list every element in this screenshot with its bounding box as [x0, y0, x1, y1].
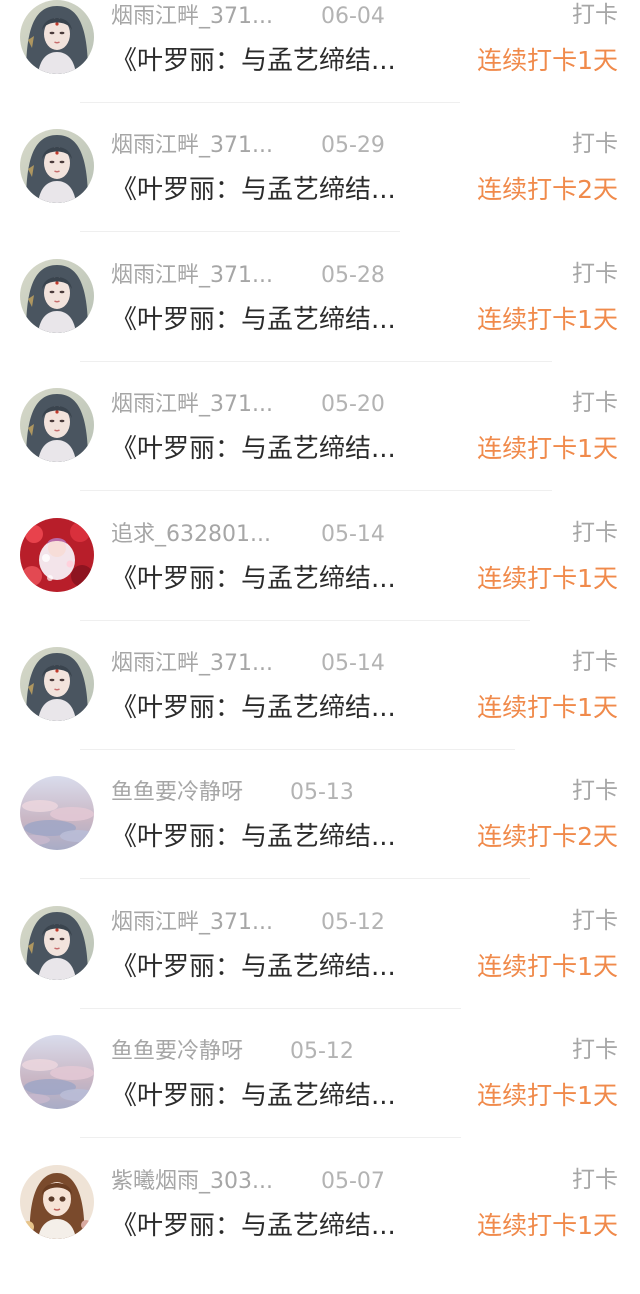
ancient-girl-avatar-icon[interactable] — [20, 0, 94, 74]
feed-item[interactable]: 烟雨江畔_371... 05-29 打卡 《叶罗丽：与孟艺缔结... 连续打卡2… — [0, 129, 640, 258]
red-flowers-avatar-icon[interactable] — [20, 517, 94, 592]
divider — [80, 749, 515, 750]
feed-item[interactable]: 鱼鱼要冷静呀 05-12 打卡 《叶罗丽：与孟艺缔结... 连续打卡1天 — [0, 1035, 640, 1164]
post-content[interactable]: 《叶罗丽：与孟艺缔结... — [111, 172, 446, 208]
checkin-action-label: 打卡 — [572, 131, 618, 158]
checkin-action-label: 打卡 — [572, 778, 618, 805]
post-date: 05-07 — [321, 1168, 385, 1194]
cloudy-sky-avatar-icon[interactable] — [20, 1035, 94, 1110]
divider — [80, 360, 552, 362]
feed-item[interactable]: 烟雨江畔_371... 05-14 打卡 《叶罗丽：与孟艺缔结... 连续打卡1… — [0, 647, 640, 776]
checkin-action-label: 打卡 — [572, 907, 618, 934]
checkin-action-label: 打卡 — [572, 519, 618, 546]
post-content[interactable]: 《叶罗丽：与孟艺缔结... — [111, 431, 446, 467]
feed-item[interactable]: 烟雨江畔_371... 06-04 打卡 《叶罗丽：与孟艺缔结... 连续打卡1… — [0, 0, 640, 129]
streak-badge: 连续打卡2天 — [477, 822, 618, 852]
cloudy-sky-avatar-icon[interactable] — [20, 776, 94, 851]
username[interactable]: 烟雨江畔_371... — [111, 649, 273, 679]
streak-badge: 连续打卡1天 — [477, 1081, 618, 1111]
divider — [80, 231, 400, 233]
username[interactable]: 烟雨江畔_371... — [111, 131, 273, 161]
post-content[interactable]: 《叶罗丽：与孟艺缔结... — [111, 949, 446, 985]
checkin-feed: 烟雨江畔_371... 06-04 打卡 《叶罗丽：与孟艺缔结... 连续打卡1… — [0, 0, 640, 1274]
post-date: 06-04 — [321, 4, 385, 29]
divider — [80, 619, 530, 621]
feed-item[interactable]: 紫曦烟雨_303... 05-07 打卡 《叶罗丽：与孟艺缔结... 连续打卡1… — [0, 1164, 640, 1294]
username[interactable]: 紫曦烟雨_303... — [111, 1167, 273, 1197]
streak-badge: 连续打卡1天 — [477, 563, 618, 593]
post-date: 05-13 — [290, 780, 354, 806]
streak-badge: 连续打卡2天 — [477, 175, 618, 205]
post-content[interactable]: 《叶罗丽：与孟艺缔结... — [111, 302, 446, 338]
ancient-girl-avatar-icon[interactable] — [20, 905, 94, 980]
feed-item[interactable]: 鱼鱼要冷静呀 05-13 打卡 《叶罗丽：与孟艺缔结... 连续打卡2天 — [0, 776, 640, 905]
post-date: 05-12 — [290, 1039, 354, 1065]
feed-item[interactable]: 烟雨江畔_371... 05-28 打卡 《叶罗丽：与孟艺缔结... 连续打卡1… — [0, 258, 640, 388]
feed-item[interactable]: 追求_632801... 05-14 打卡 《叶罗丽：与孟艺缔结... 连续打卡… — [0, 517, 640, 647]
username[interactable]: 烟雨江畔_371... — [111, 261, 273, 291]
streak-badge: 连续打卡1天 — [477, 693, 618, 722]
username[interactable]: 烟雨江畔_371... — [111, 2, 273, 32]
post-content[interactable]: 《叶罗丽：与孟艺缔结... — [111, 43, 446, 79]
checkin-action-label: 打卡 — [572, 2, 618, 28]
feed-item[interactable]: 烟雨江畔_371... 05-12 打卡 《叶罗丽：与孟艺缔结... 连续打卡1… — [0, 905, 640, 1035]
username[interactable]: 烟雨江畔_371... — [111, 908, 273, 938]
post-content[interactable]: 《叶罗丽：与孟艺缔结... — [111, 1208, 446, 1244]
divider — [80, 1137, 461, 1139]
username[interactable]: 鱼鱼要冷静呀 — [111, 778, 243, 808]
username[interactable]: 鱼鱼要冷静呀 — [111, 1037, 243, 1067]
streak-badge: 连续打卡1天 — [477, 1210, 618, 1240]
streak-badge: 连续打卡1天 — [477, 304, 618, 334]
divider — [80, 490, 552, 492]
checkin-action-label: 打卡 — [572, 260, 618, 287]
post-date: 05-28 — [321, 262, 385, 288]
ancient-girl-avatar-icon[interactable] — [20, 129, 94, 204]
post-content[interactable]: 《叶罗丽：与孟艺缔结... — [111, 1078, 446, 1114]
post-date: 05-12 — [321, 909, 385, 935]
divider — [80, 878, 530, 880]
divider — [80, 1007, 461, 1009]
brown-hair-girl-avatar-icon[interactable] — [20, 1164, 94, 1239]
streak-badge: 连续打卡1天 — [477, 46, 618, 75]
post-date: 05-20 — [321, 392, 385, 418]
post-content[interactable]: 《叶罗丽：与孟艺缔结... — [111, 690, 446, 726]
post-date: 05-29 — [321, 133, 385, 159]
streak-badge: 连续打卡1天 — [477, 434, 618, 464]
checkin-action-label: 打卡 — [572, 390, 618, 417]
post-content[interactable]: 《叶罗丽：与孟艺缔结... — [111, 819, 446, 855]
username[interactable]: 追求_632801... — [111, 520, 271, 550]
divider — [80, 102, 460, 103]
post-date: 05-14 — [321, 651, 385, 676]
checkin-action-label: 打卡 — [572, 1037, 618, 1064]
ancient-girl-avatar-icon[interactable] — [20, 388, 94, 463]
ancient-girl-avatar-icon[interactable] — [20, 258, 94, 333]
checkin-action-label: 打卡 — [572, 649, 618, 675]
post-date: 05-14 — [321, 521, 385, 547]
ancient-girl-avatar-icon[interactable] — [20, 647, 94, 721]
username[interactable]: 烟雨江畔_371... — [111, 390, 273, 420]
streak-badge: 连续打卡1天 — [477, 951, 618, 981]
checkin-action-label: 打卡 — [572, 1166, 618, 1193]
post-content[interactable]: 《叶罗丽：与孟艺缔结... — [111, 561, 446, 597]
feed-item[interactable]: 烟雨江畔_371... 05-20 打卡 《叶罗丽：与孟艺缔结... 连续打卡1… — [0, 388, 640, 517]
